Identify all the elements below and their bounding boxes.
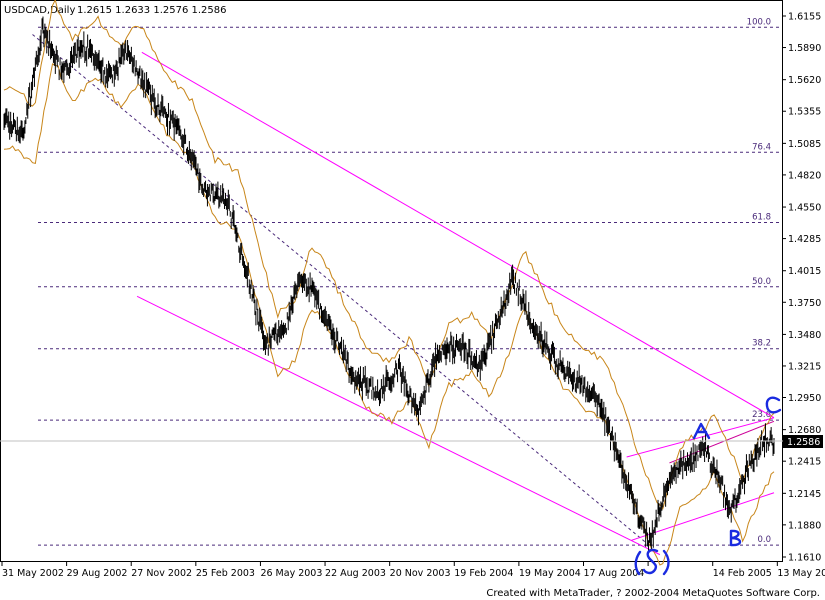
y-tick-label: 1.6155 bbox=[788, 12, 821, 23]
x-tick-label: 22 Aug 2003 bbox=[325, 568, 386, 579]
y-tick-label: 1.4015 bbox=[788, 266, 821, 277]
y-axis: 1.6155 1.5890 1.5620 1.5355 1.5085 1.4820 1.45… bbox=[782, 12, 821, 564]
fibo-level-label: 50.0 bbox=[752, 277, 771, 287]
y-tick-label: 1.1610 bbox=[788, 553, 821, 564]
y-tick-label: 1.5355 bbox=[788, 107, 821, 118]
y-tick-label: 1.3480 bbox=[788, 330, 821, 341]
x-tick-label: 29 Aug 2002 bbox=[67, 568, 128, 579]
x-tick-label: 14 Feb 2005 bbox=[713, 568, 772, 579]
y-tick-label: 1.2950 bbox=[788, 393, 821, 404]
y-tick-label: 1.5620 bbox=[788, 75, 821, 86]
y-tick-label: 1.2145 bbox=[788, 489, 821, 500]
symbol-label: USDCAD,Daily bbox=[4, 5, 75, 16]
y-tick-label: 1.3215 bbox=[788, 361, 821, 372]
y-tick-label: 1.1880 bbox=[788, 520, 821, 531]
price-chart: USDCAD,Daily 1.2615 1.2633 1.2576 1.2586… bbox=[0, 0, 825, 599]
fibo-level-label: 23.6 bbox=[752, 410, 771, 420]
y-tick-label: 1.5890 bbox=[788, 43, 821, 54]
fibo-level-label: 0.0 bbox=[757, 535, 771, 545]
y-tick-label: 1.4820 bbox=[788, 170, 821, 181]
fibo-level-label: 61.8 bbox=[752, 213, 771, 223]
y-tick-label: 1.2415 bbox=[788, 457, 821, 468]
y-tick-label: 1.2680 bbox=[788, 425, 821, 436]
x-tick-label: 20 Nov 2003 bbox=[390, 568, 451, 579]
fibo-level-label: 38.2 bbox=[752, 339, 771, 349]
x-axis: 31 May 2002 29 Aug 2002 27 Nov 2002 25 Feb … bbox=[1, 562, 825, 579]
x-tick-label: 13 May 2005 bbox=[777, 568, 825, 579]
x-tick-label: 31 May 2002 bbox=[2, 568, 64, 579]
x-tick-label: 17 Aug 2004 bbox=[583, 568, 644, 579]
x-tick-label: 26 May 2003 bbox=[260, 568, 322, 579]
footer-credit: Created with MetaTrader, ? 2002-2004 Met… bbox=[486, 588, 820, 599]
y-tick-label: 1.3750 bbox=[788, 298, 821, 309]
x-tick-label: 19 Feb 2004 bbox=[454, 568, 513, 579]
x-tick-label: 27 Nov 2002 bbox=[131, 568, 192, 579]
y-tick-label: 1.4285 bbox=[788, 234, 821, 245]
x-tick-label: 25 Feb 2003 bbox=[196, 568, 255, 579]
x-tick-label: 19 May 2004 bbox=[519, 568, 581, 579]
plot-frame bbox=[0, 0, 783, 562]
ohlc-values: 1.2615 1.2633 1.2576 1.2586 bbox=[77, 5, 227, 16]
y-tick-label: 1.5085 bbox=[788, 139, 821, 150]
fibo-level-label: 76.4 bbox=[752, 142, 771, 152]
y-tick-label: 1.4550 bbox=[788, 203, 821, 214]
current-price-label: 1.2586 bbox=[787, 437, 820, 448]
fibo-level-label: 100.0 bbox=[747, 17, 771, 27]
